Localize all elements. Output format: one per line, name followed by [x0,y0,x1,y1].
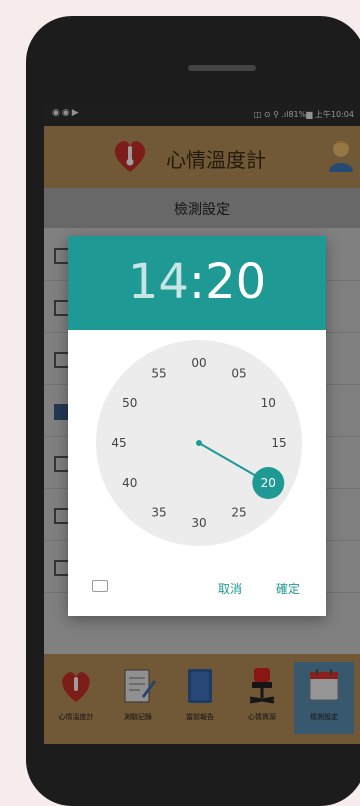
clock-center-dot [196,440,202,446]
cancel-button[interactable]: 取消 [218,580,242,597]
time-picker-header: 14:20 [68,236,326,330]
time-display: 14:20 [68,254,326,310]
minute-value[interactable]: 20 [205,254,266,310]
time-separator: : [188,254,206,310]
ok-button[interactable]: 確定 [276,580,300,597]
clock-number-10[interactable]: 10 [261,396,276,410]
clock-number-15[interactable]: 15 [271,436,286,450]
clock-number-00[interactable]: 00 [191,356,206,370]
speaker-grille [188,65,256,71]
time-picker-dialog: 14:20 00 05 10 15 20 25 30 35 40 45 50 55 取消 確定 [68,236,326,616]
clock-number-25[interactable]: 25 [231,505,246,519]
dialog-actions: 取消 確定 [68,566,326,606]
clock-number-20[interactable]: 20 [261,476,276,490]
clock-number-05[interactable]: 05 [231,367,246,381]
clock-number-40[interactable]: 40 [122,476,137,490]
clock-number-50[interactable]: 50 [122,396,137,410]
keyboard-icon[interactable] [92,580,108,592]
clock-number-35[interactable]: 35 [151,505,166,519]
hour-value[interactable]: 14 [128,254,189,310]
clock-number-30[interactable]: 30 [191,516,206,530]
minute-clock-face[interactable]: 00 05 10 15 20 25 30 35 40 45 50 55 [96,340,302,546]
clock-number-55[interactable]: 55 [151,367,166,381]
clock-number-45[interactable]: 45 [111,436,126,450]
